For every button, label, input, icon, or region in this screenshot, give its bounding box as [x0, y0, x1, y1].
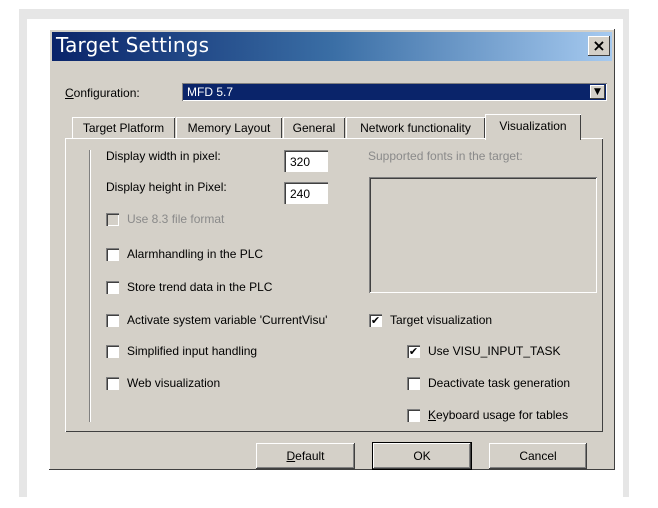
window-title: Target Settings: [56, 33, 210, 57]
default-accel: D: [286, 449, 296, 463]
chevron-down-icon[interactable]: ▼: [590, 85, 605, 99]
deactivate-task-label: Deactivate task generation: [428, 376, 571, 390]
deactivate-task-checkbox[interactable]: [407, 377, 420, 390]
configuration-value: MFD 5.7: [187, 85, 234, 99]
target-visu-checkbox[interactable]: ✔: [369, 314, 382, 327]
simplified-input-checkbox[interactable]: [106, 345, 119, 358]
keyboard-usage-label-rest: eyboard usage for tables: [436, 408, 569, 422]
keyboard-usage-label: Keyboard usage for tables: [428, 408, 568, 422]
use-visu-input-checkbox[interactable]: ✔: [407, 345, 420, 358]
display-width-input[interactable]: 320: [284, 150, 328, 172]
cancel-button[interactable]: Cancel: [489, 443, 587, 469]
configuration-label: Configuration:: [65, 86, 140, 100]
supported-fonts-list[interactable]: [369, 177, 597, 293]
keyboard-usage-accel: K: [428, 408, 437, 422]
default-label-rest: efault: [295, 449, 325, 463]
ok-button[interactable]: OK: [372, 442, 472, 470]
group-divider-highlight: [90, 150, 91, 422]
use83-label: Use 8.3 file format: [127, 212, 225, 226]
display-height-input[interactable]: 240: [284, 182, 328, 204]
tab-network-functionality[interactable]: Network functionality: [346, 117, 485, 139]
activate-sysvar-checkbox[interactable]: [106, 314, 119, 327]
tab-memory-layout[interactable]: Memory Layout: [176, 117, 282, 139]
web-visu-checkbox[interactable]: [106, 377, 119, 390]
display-width-label: Display width in pixel:: [106, 149, 221, 163]
store-trend-checkbox[interactable]: [106, 281, 119, 294]
simplified-input-label: Simplified input handling: [127, 344, 258, 358]
configuration-label-accel: C: [65, 86, 74, 100]
tab-visualization[interactable]: Visualization: [485, 114, 581, 140]
target-visu-label: Target visualization: [390, 313, 493, 327]
default-button[interactable]: Default: [256, 443, 355, 469]
activate-sysvar-label: Activate system variable 'CurrentVisu': [127, 313, 328, 327]
web-visu-label: Web visualization: [127, 376, 221, 390]
use83-checkbox[interactable]: [106, 213, 119, 226]
alarmhandling-checkbox[interactable]: [106, 248, 119, 261]
configuration-select[interactable]: [182, 83, 607, 101]
close-button[interactable]: ×: [588, 36, 610, 56]
display-height-label: Display height in Pixel:: [106, 180, 227, 194]
keyboard-usage-checkbox[interactable]: [407, 409, 420, 422]
use-visu-input-label: Use VISU_INPUT_TASK: [428, 344, 561, 358]
alarmhandling-label: Alarmhandling in the PLC: [127, 247, 264, 261]
configuration-label-rest: onfiguration:: [73, 86, 140, 100]
store-trend-label: Store trend data in the PLC: [127, 280, 273, 294]
tab-target-platform[interactable]: Target Platform: [72, 117, 175, 139]
supported-fonts-label: Supported fonts in the target:: [368, 149, 523, 163]
tab-general[interactable]: General: [283, 117, 345, 139]
